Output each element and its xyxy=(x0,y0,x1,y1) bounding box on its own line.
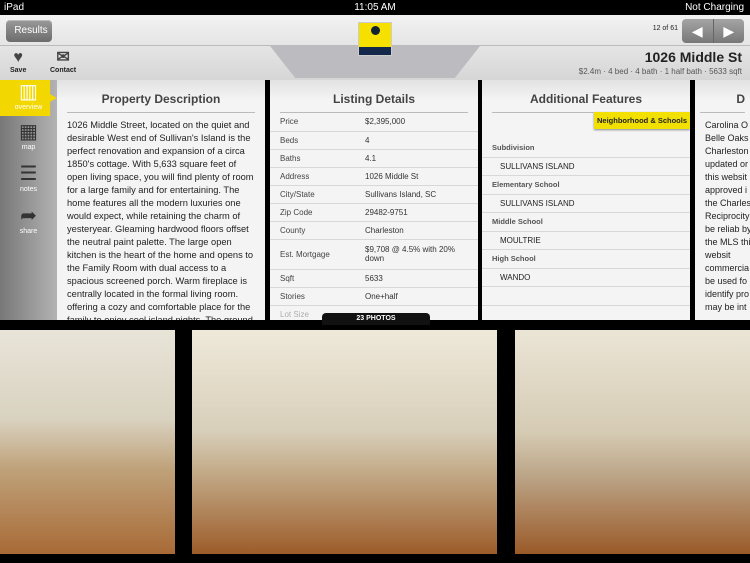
features-panel[interactable]: Additional Features Neighborhood & Schoo… xyxy=(482,80,690,320)
details-table: Price $2,395,000 Beds 4 Baths 4.1 Address 1026 … xyxy=(270,113,478,320)
sidebar-label: share xyxy=(19,228,38,235)
sidebar-item-notes[interactable]: ☰ notes xyxy=(0,162,57,193)
detail-row: Beds 4 xyxy=(270,131,478,150)
status-bar: iPad 11:05 AM Not Charging xyxy=(0,0,750,15)
feature-value: SULLIVANS ISLAND xyxy=(482,158,690,176)
sidebar: ▥ overview ▦ map ☰ notes ➦ share xyxy=(0,80,57,320)
save-label: Save xyxy=(10,67,27,74)
sidebar-label: overview xyxy=(14,104,43,111)
feature-value: WANDO xyxy=(482,269,690,287)
feature-label: Middle School xyxy=(482,213,690,232)
photo-kitchen-1[interactable] xyxy=(192,330,497,554)
next-listing-button[interactable]: ▶ xyxy=(714,19,745,43)
detail-label: County xyxy=(270,221,355,240)
photos-count-tab[interactable]: 23 PHOTOS xyxy=(322,313,430,325)
contact-label: Contact xyxy=(50,67,77,74)
detail-row: Est. Mortgage $9,708 @ 4.5% with 20% down xyxy=(270,239,478,270)
detail-value: $2,395,000 xyxy=(355,113,478,132)
heart-icon: ♥ xyxy=(13,49,23,66)
disclaimer-text: Carolina O Belle Oaks Charleston updated… xyxy=(705,120,750,312)
detail-label: Est. Mortgage xyxy=(270,239,355,270)
detail-row: City/State Sullivans Island, SC xyxy=(270,185,478,204)
battery-status: Not Charging xyxy=(685,2,744,13)
detail-label: Zip Code xyxy=(270,203,355,222)
nav-bar: Results 12 of 61 ◀ ▶ ♥ Save ✉ Contact 1026… xyxy=(0,15,750,80)
detail-row: Stories One+half xyxy=(270,287,478,306)
panel-title: Additional Features xyxy=(492,92,680,113)
feature-label: Subdivision xyxy=(482,139,690,158)
detail-row: Sqft 5633 xyxy=(270,269,478,288)
detail-row: Zip Code 29482-9751 xyxy=(270,203,478,222)
detail-value: Charleston xyxy=(355,221,478,240)
detail-value: One+half xyxy=(355,287,478,306)
detail-value: Sullivans Island, SC xyxy=(355,185,478,204)
map-icon: ▦ xyxy=(19,121,38,143)
contact-button[interactable]: ✉ Contact xyxy=(50,49,76,74)
detail-value: 29482-9751 xyxy=(355,203,478,222)
feature-value: SULLIVANS ISLAND xyxy=(482,195,690,213)
save-button[interactable]: ♥ Save xyxy=(10,49,26,74)
sidebar-item-map[interactable]: ▦ map xyxy=(0,120,57,151)
description-panel[interactable]: Property Description 1026 Middle Street,… xyxy=(57,80,265,320)
sidebar-label: map xyxy=(21,144,36,151)
envelope-icon: ✉ xyxy=(56,49,70,66)
description-text: 1026 Middle Street, located on the quiet… xyxy=(67,120,254,320)
disclaimer-panel[interactable]: D Carolina O Belle Oaks Charleston updat… xyxy=(695,80,750,320)
panel-title: D xyxy=(700,92,745,113)
detail-label: Address xyxy=(270,167,355,186)
prev-listing-button[interactable]: ◀ xyxy=(682,19,714,43)
detail-value: $9,708 @ 4.5% with 20% down xyxy=(355,239,478,270)
sidebar-label: notes xyxy=(19,186,38,193)
neighborhood-schools-tab[interactable]: Neighborhood & Schools xyxy=(594,112,690,129)
photo-kitchen-2[interactable] xyxy=(515,330,750,554)
notes-icon: ☰ xyxy=(19,163,38,185)
detail-row: Baths 4.1 xyxy=(270,149,478,168)
detail-label: Beds xyxy=(270,131,355,150)
detail-value: 4.1 xyxy=(355,149,478,168)
detail-label: Baths xyxy=(270,149,355,168)
feature-value: MOULTRIE xyxy=(482,232,690,250)
photo-living-room[interactable] xyxy=(0,330,175,554)
panel-title: Listing Details xyxy=(280,92,468,113)
listing-summary: $2.4m · 4 bed · 4 bath · 1 half bath · 5… xyxy=(578,67,742,76)
pager: ◀ ▶ xyxy=(682,19,744,43)
feature-label: High School xyxy=(482,250,690,269)
overview-icon: ▥ xyxy=(19,81,38,103)
sidebar-item-overview[interactable]: ▥ overview xyxy=(0,80,57,116)
sidebar-item-share[interactable]: ➦ share xyxy=(0,204,57,235)
detail-row: Price $2,395,000 xyxy=(270,113,478,132)
detail-label: City/State xyxy=(270,185,355,204)
clock: 11:05 AM xyxy=(354,2,396,13)
detail-row: Address 1026 Middle St xyxy=(270,167,478,186)
listing-counter: 12 of 61 xyxy=(652,25,678,32)
feature-label: Elementary School xyxy=(482,176,690,195)
share-icon: ➦ xyxy=(20,205,37,227)
details-panel[interactable]: Listing Details Price $2,395,000 Beds 4 Bath… xyxy=(270,80,478,320)
results-back-button[interactable]: Results xyxy=(6,20,52,42)
features-list: Subdivision SULLIVANS ISLAND Elementary Sc… xyxy=(482,139,690,320)
detail-row: County Charleston xyxy=(270,221,478,240)
detail-label: Stories xyxy=(270,287,355,306)
detail-label: Sqft xyxy=(270,269,355,288)
detail-value: 4 xyxy=(355,131,478,150)
detail-value: 5633 xyxy=(355,269,478,288)
detail-value: 1026 Middle St xyxy=(355,167,478,186)
carolina-one-logo xyxy=(358,22,392,56)
panel-title: Property Description xyxy=(67,92,255,113)
detail-label: Price xyxy=(270,113,355,132)
listing-title: 1026 Middle St xyxy=(644,49,742,65)
